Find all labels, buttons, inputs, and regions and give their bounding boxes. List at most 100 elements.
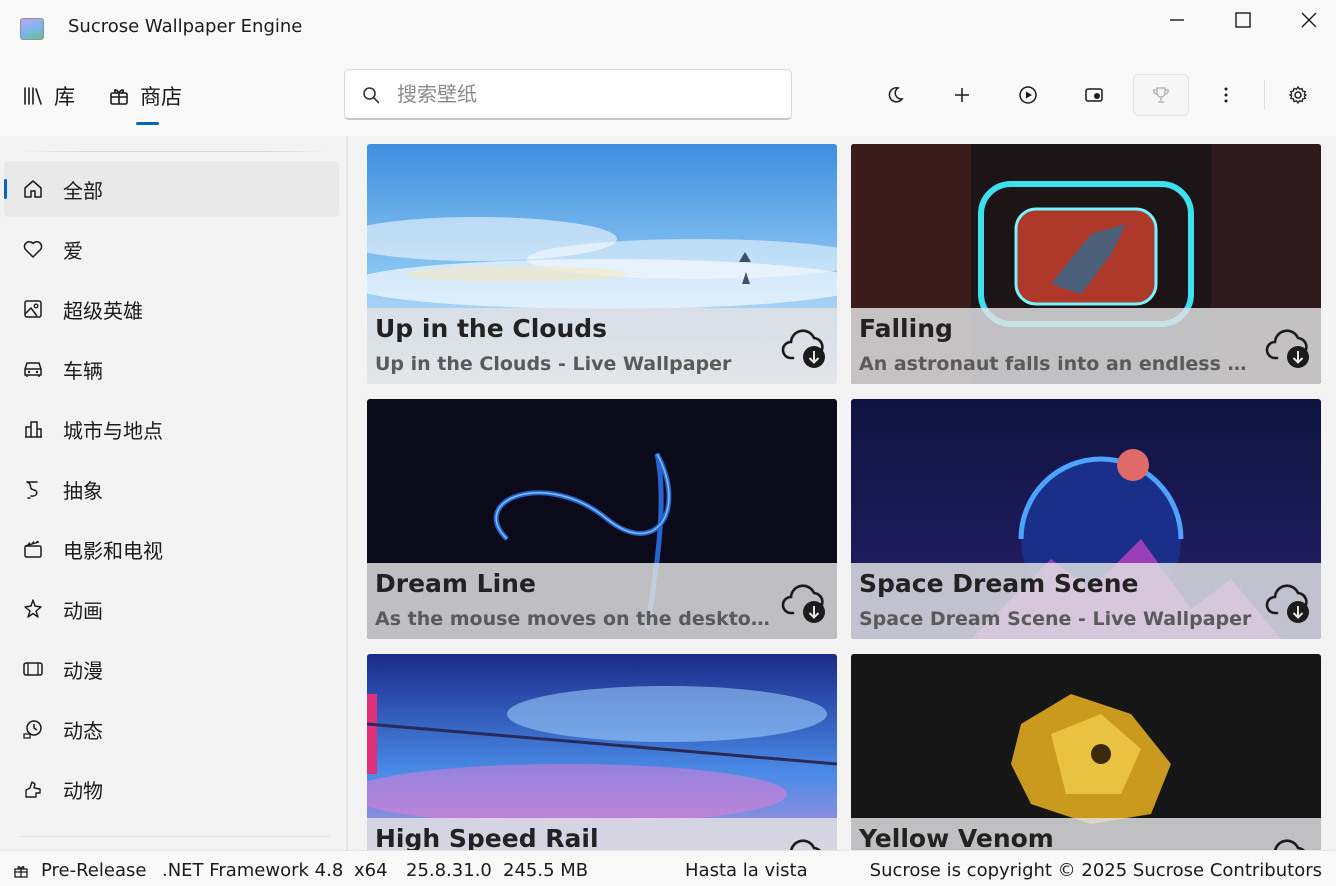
sidebar-divider — [20, 151, 330, 152]
gift-icon — [110, 89, 128, 105]
wallpaper-card[interactable]: Falling An astronaut falls into an endle… — [851, 144, 1321, 384]
selected-indicator — [4, 179, 7, 199]
cloud-download-icon[interactable] — [781, 324, 829, 370]
cloud-download-icon[interactable] — [1265, 324, 1313, 370]
sidebar-item-label: 超级英雄 — [63, 298, 143, 323]
sidebar-item-dynamic[interactable]: 动态 — [4, 701, 339, 757]
play-button[interactable] — [1000, 74, 1056, 116]
maximize-button[interactable] — [1210, 0, 1276, 40]
sidebar-item-superhero[interactable]: 超级英雄 — [4, 281, 339, 337]
toolbar-divider — [1264, 80, 1265, 110]
card-description: Up in the Clouds - Live Wallpaper — [375, 353, 732, 375]
display-icon — [1085, 88, 1103, 102]
sidebar-item-label: 动画 — [63, 598, 103, 623]
sidebar-item-label: 城市与地点 — [63, 418, 163, 443]
wallpaper-card[interactable]: High Speed Rail — [367, 654, 837, 850]
sidebar-item-animals[interactable]: 动物 — [4, 761, 339, 817]
cloud-download-icon[interactable] — [1265, 579, 1313, 625]
app-version: 25.8.31.0 — [406, 860, 492, 881]
active-tab-indicator — [136, 122, 159, 125]
sidebar-item-cities[interactable]: 城市与地点 — [4, 401, 339, 457]
cloud-download-icon[interactable] — [781, 834, 829, 850]
settings-icon — [1288, 85, 1308, 105]
sidebar-divider — [20, 836, 330, 837]
sidebar-item-label: 动漫 — [63, 658, 103, 683]
heart-icon — [23, 241, 43, 258]
sidebar-item-label: 动态 — [63, 718, 103, 743]
display-button[interactable] — [1066, 74, 1122, 116]
home-icon — [24, 180, 42, 198]
maximize-icon — [1235, 12, 1251, 28]
add-button[interactable] — [934, 74, 990, 116]
wallpaper-card[interactable]: Dream Line As the mouse moves on the des… — [367, 399, 837, 639]
copyright-text: Sucrose is copyright © 2025 Sucrose Cont… — [869, 860, 1322, 881]
status-message: Hasta la vista — [685, 860, 808, 881]
card-title: Dream Line — [375, 569, 536, 598]
close-button[interactable] — [1276, 0, 1336, 40]
more-icon — [1224, 87, 1228, 103]
wallpaper-card[interactable]: Up in the Clouds Up in the Clouds - Live… — [367, 144, 837, 384]
car-icon — [24, 362, 42, 377]
film-icon — [23, 662, 43, 676]
sidebar-item-abstract[interactable]: 抽象 — [4, 461, 339, 517]
window-title: Sucrose Wallpaper Engine — [68, 16, 303, 37]
sparkle-icon — [24, 599, 42, 618]
card-title: High Speed Rail — [375, 824, 599, 850]
title-bar: Sucrose Wallpaper Engine — [0, 0, 1336, 58]
card-title: Yellow Venom — [859, 824, 1054, 850]
card-description: As the mouse moves on the desktop, it pr… — [375, 608, 775, 630]
sidebar-item-label: 爱 — [63, 238, 83, 263]
wallpaper-card[interactable]: Space Dream Scene Space Dream Scene - Li… — [851, 399, 1321, 639]
library-icon — [24, 87, 42, 105]
header-bar: 库 商店 — [0, 58, 1336, 136]
sidebar-item-love[interactable]: 爱 — [4, 221, 339, 277]
card-description: An astronaut falls into an endless wormh… — [859, 353, 1259, 375]
sidebar-item-anime[interactable]: 动漫 — [4, 641, 339, 697]
settings-button[interactable] — [1270, 74, 1326, 116]
sidebar-item-label: 车辆 — [63, 358, 103, 383]
minimize-button[interactable] — [1144, 0, 1210, 40]
trophy-icon — [1153, 87, 1169, 103]
card-title: Up in the Clouds — [375, 314, 608, 343]
sidebar-item-label: 电影和电视 — [63, 538, 163, 563]
sidebar-item-movies-tv[interactable]: 电影和电视 — [4, 521, 339, 577]
search-box[interactable] — [344, 69, 792, 120]
gift-icon — [14, 866, 28, 878]
sidebar-item-label: 全部 — [63, 178, 103, 203]
theme-button[interactable] — [868, 74, 924, 116]
clapperboard-icon — [24, 540, 42, 558]
image-icon — [24, 300, 42, 318]
play-circle-icon — [1019, 86, 1037, 104]
tab-library-label: 库 — [54, 85, 75, 109]
framework-version: .NET Framework 4.8 — [162, 860, 344, 881]
animal-icon — [25, 781, 41, 798]
more-button[interactable] — [1198, 74, 1254, 116]
tab-store[interactable]: 商店 — [108, 80, 182, 112]
plus-icon — [955, 88, 969, 102]
memory-usage: 245.5 MB — [503, 860, 589, 881]
wallpaper-card[interactable]: Yellow Venom — [851, 654, 1321, 850]
sidebar-item-all[interactable]: 全部 — [4, 161, 339, 217]
card-title: Falling — [859, 314, 953, 343]
wallpaper-grid: Up in the Clouds Up in the Clouds - Live… — [348, 136, 1336, 850]
release-channel: Pre-Release — [41, 860, 147, 881]
card-description: Space Dream Scene - Live Wallpaper — [859, 608, 1252, 630]
app-logo-icon — [20, 18, 44, 40]
sidebar-item-vehicles[interactable]: 车辆 — [4, 341, 339, 397]
history-icon — [23, 720, 42, 739]
category-sidebar: 全部 爱 超级英雄 车辆 城市与地点 抽象 电影和电视 动画 动漫 动态 动物 — [0, 136, 346, 850]
sidebar-item-animation[interactable]: 动画 — [4, 581, 339, 637]
search-input[interactable] — [397, 78, 777, 110]
minimize-icon — [1170, 19, 1184, 21]
abstract-icon — [26, 481, 38, 499]
status-bar: Pre-Release .NET Framework 4.8 x64 25.8.… — [0, 850, 1336, 886]
card-title: Space Dream Scene — [859, 569, 1139, 598]
cloud-download-icon[interactable] — [1265, 834, 1313, 850]
sidebar-item-label: 动物 — [63, 778, 103, 803]
moon-icon — [888, 87, 904, 103]
sidebar-item-label: 抽象 — [63, 478, 103, 503]
cloud-download-icon[interactable] — [781, 579, 829, 625]
tab-library[interactable]: 库 — [22, 80, 75, 112]
trophy-button[interactable] — [1133, 74, 1189, 116]
close-icon — [1301, 12, 1317, 28]
